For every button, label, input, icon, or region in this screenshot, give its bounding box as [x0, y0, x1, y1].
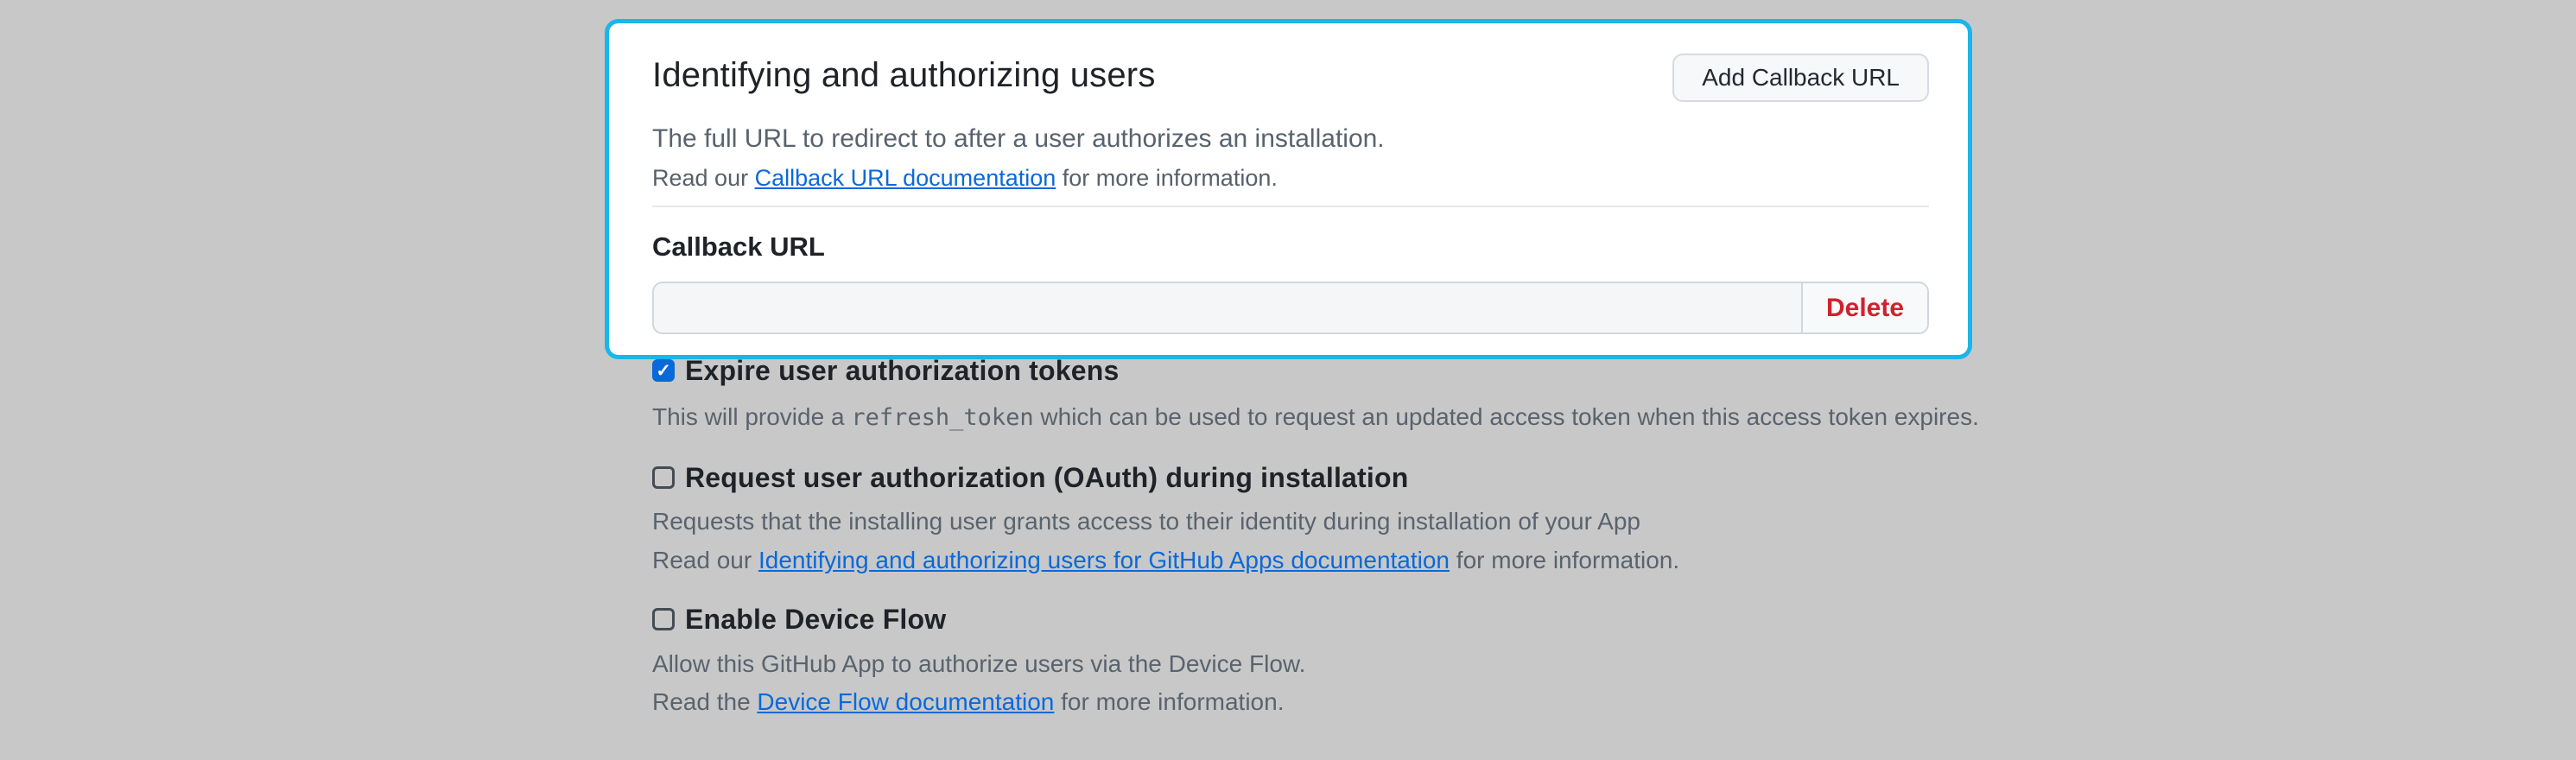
device-flow-doc-line: Read the Device Flow documentation for m…	[652, 687, 1284, 718]
enable-device-flow-option[interactable]: Enable Device Flow	[652, 602, 946, 636]
identifying-authorizing-users-docs-link[interactable]: Identifying and authorizing users for Gi…	[758, 547, 1450, 573]
section-title: Identifying and authorizing users	[652, 54, 1156, 97]
section-description: The full URL to redirect to after a user…	[652, 123, 1929, 155]
oauth-doc-line: Read our Identifying and authorizing use…	[652, 545, 1679, 576]
expire-note-suffix: which can be used to request an updated …	[1034, 403, 1979, 430]
delete-callback-url-button[interactable]: Delete	[1801, 283, 1927, 332]
callback-doc-line: Read our Callback URL documentation for …	[652, 162, 1929, 193]
expire-tokens-note: This will provide a refresh_token which …	[652, 402, 1979, 434]
doc-line-suffix: for more information.	[1056, 165, 1278, 191]
callback-url-label: Callback URL	[652, 230, 1929, 264]
expire-tokens-label: Expire user authorization tokens	[685, 353, 1120, 388]
device-flow-doc-suffix: for more information.	[1054, 688, 1284, 715]
page: Identifying and authorizing users Add Ca…	[0, 0, 2576, 760]
device-flow-label: Enable Device Flow	[685, 602, 946, 636]
device-flow-documentation-link[interactable]: Device Flow documentation	[757, 688, 1054, 715]
oauth-during-install-option[interactable]: Request user authorization (OAuth) durin…	[652, 460, 1408, 495]
callback-url-documentation-link[interactable]: Callback URL documentation	[755, 165, 1056, 191]
identifying-authorizing-users-card: Identifying and authorizing users Add Ca…	[605, 19, 1972, 359]
card-header: Identifying and authorizing users Add Ca…	[652, 54, 1929, 102]
callback-url-input[interactable]	[654, 283, 1801, 332]
oauth-doc-prefix: Read our	[652, 547, 758, 573]
divider	[652, 206, 1929, 207]
add-callback-url-button[interactable]: Add Callback URL	[1672, 54, 1929, 102]
doc-line-prefix: Read our	[652, 165, 755, 191]
expire-tokens-checkbox-checked-icon[interactable]: ✓	[652, 359, 675, 382]
oauth-label: Request user authorization (OAuth) durin…	[685, 460, 1408, 495]
refresh-token-code: refresh_token	[851, 404, 1033, 431]
expire-tokens-option[interactable]: ✓ Expire user authorization tokens	[652, 353, 1120, 388]
oauth-checkbox-unchecked-icon[interactable]	[652, 466, 675, 489]
oauth-doc-suffix: for more information.	[1450, 547, 1679, 573]
callback-url-input-group: Delete	[652, 282, 1929, 334]
oauth-note: Requests that the installing user grants…	[652, 506, 1640, 537]
device-flow-doc-prefix: Read the	[652, 688, 757, 715]
device-flow-checkbox-unchecked-icon[interactable]	[652, 608, 675, 630]
device-flow-note: Allow this GitHub App to authorize users…	[652, 649, 1305, 680]
expire-note-prefix: This will provide a	[652, 403, 851, 430]
